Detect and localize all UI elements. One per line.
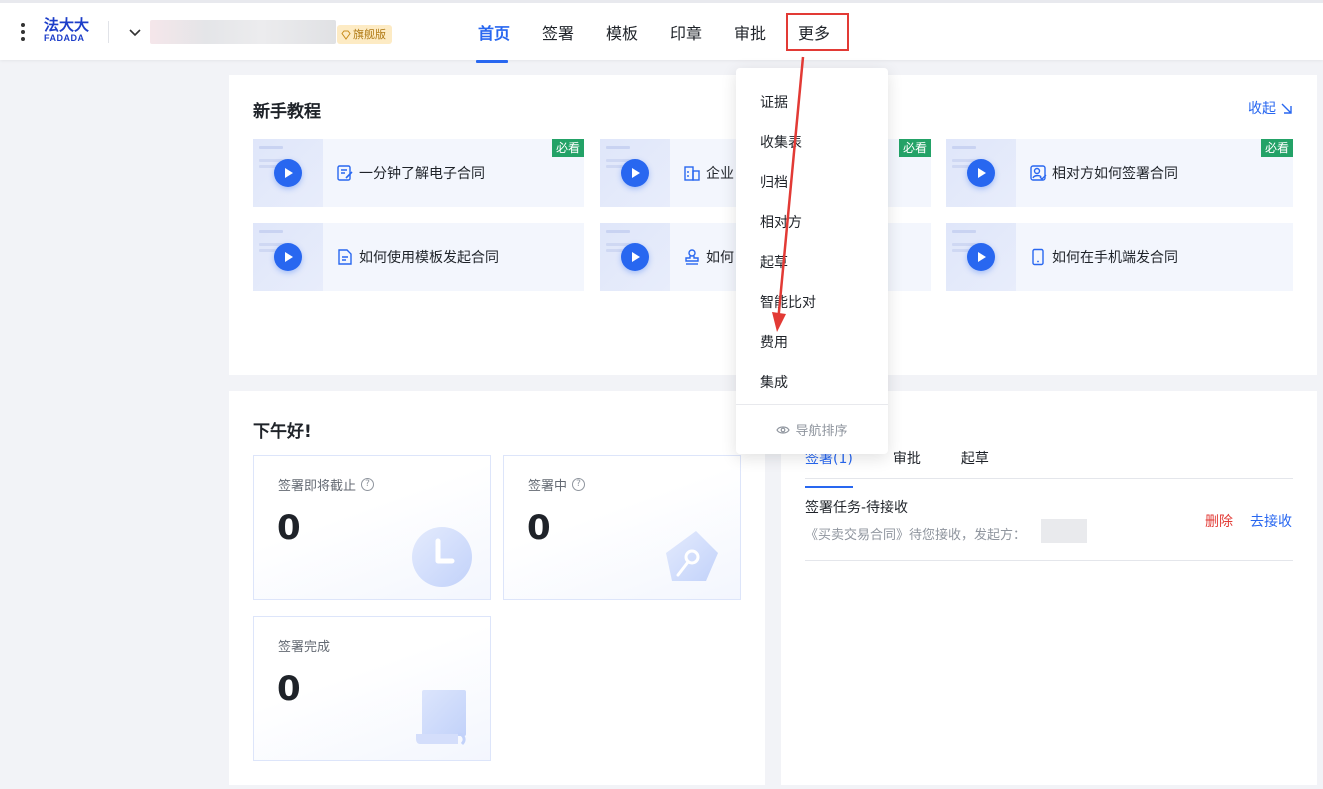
diamond-icon [341,30,351,40]
play-icon[interactable] [967,243,995,271]
building-icon [684,166,700,181]
stamp-icon [685,249,699,265]
more-highlight-box [786,13,849,51]
must-watch-badge: 必看 [1260,139,1293,157]
video-thumbnail[interactable] [600,139,670,207]
logo-cn: 法大大 [44,16,90,34]
edition-label: 旗舰版 [353,28,386,41]
tutorial-card-label: 一分钟了解电子合同 [359,166,485,182]
tutorial-card[interactable]: 一分钟了解电子合同 必看 [253,139,584,207]
tutorial-card-label: 如何在手机端发合同 [1052,250,1178,266]
chevron-down-icon[interactable] [128,25,142,39]
stat-card-complete[interactable]: 签署完成 0 [253,616,491,761]
initiator-redacted [1041,519,1087,543]
video-thumbnail[interactable] [946,139,1016,207]
delete-button[interactable]: 删除 [1205,511,1233,531]
tutorial-card-label: 如何 [706,250,734,266]
play-icon[interactable] [967,159,995,187]
tutorial-card-label: 相对方如何签署合同 [1052,166,1178,182]
menu-item-billing[interactable]: 费用 [760,332,788,352]
play-icon[interactable] [274,159,302,187]
task-divider [805,560,1293,561]
play-icon[interactable] [621,243,649,271]
stat-value: 0 [277,508,301,548]
tab-approval[interactable]: 审批 [893,449,921,478]
arrow-down-right-icon [1281,103,1292,114]
menu-item-form[interactable]: 收集表 [760,132,802,152]
menu-item-draft[interactable]: 起草 [760,252,788,272]
menu-divider [736,404,888,405]
stat-value: 0 [527,508,551,548]
tab-draft[interactable]: 起草 [961,449,989,478]
help-icon[interactable]: ? [572,478,586,491]
task-item-title[interactable]: 签署任务-待接收 [805,497,908,517]
header-divider [108,21,109,43]
phone-icon [1032,248,1044,266]
stat-card-signing[interactable]: 签署中? 0 [503,455,741,600]
clock-icon [412,527,472,587]
logo-en: FADADA [44,33,85,43]
menu-item-smart-compare[interactable]: 智能比对 [760,292,816,312]
stat-label: 签署中? [528,475,586,494]
nav-sort-button[interactable]: 导航排序 [736,420,888,439]
task-item-desc: 《买卖交易合同》待您接收，发起方： [805,528,1027,543]
greeting-panel: 下午好! 签署即将截止? 0 签署中? 0 签署完成 0 [229,391,765,785]
document-icon [338,249,352,265]
greeting-title: 下午好! [253,422,312,442]
tutorial-card[interactable]: 如何使用模板发起合同 [253,223,584,291]
nav-home[interactable]: 首页 [462,3,526,63]
help-icon[interactable]: ? [361,478,375,491]
stat-value: 0 [277,669,301,709]
menu-item-integration[interactable]: 集成 [760,372,788,392]
menu-item-counterparty[interactable]: 相对方 [760,212,802,232]
nav-approval[interactable]: 审批 [718,3,782,60]
video-thumbnail[interactable] [253,223,323,291]
must-watch-badge: 必看 [898,139,931,157]
nav-sort-label: 导航排序 [795,424,848,439]
video-thumbnail[interactable] [600,223,670,291]
edit-doc-icon [337,165,353,181]
video-thumbnail[interactable] [253,139,323,207]
receive-button[interactable]: 去接收 [1250,511,1292,531]
stat-label: 签署完成 [278,640,331,655]
top-header: 法大大 FADADA 旗舰版 首页 签署 模板 印章 审批 更多 [0,0,1323,63]
stat-label: 签署即将截止? [278,475,375,494]
user-check-icon [1030,165,1047,181]
kebab-menu-icon[interactable] [20,23,26,43]
tutorial-title: 新手教程 [253,102,321,122]
nav-template[interactable]: 模板 [590,3,654,60]
more-dropdown-menu: 证据 收集表 归档 相对方 起草 智能比对 费用 集成 导航排序 [736,68,888,454]
tutorial-card[interactable]: 如何在手机端发合同 [946,223,1293,291]
must-watch-badge: 必看 [551,139,584,157]
stat-card-deadline[interactable]: 签署即将截止? 0 [253,455,491,600]
edition-badge: 旗舰版 [337,25,392,44]
play-icon[interactable] [274,243,302,271]
video-thumbnail[interactable] [946,223,1016,291]
menu-item-evidence[interactable]: 证据 [760,92,788,112]
fadada-logo[interactable]: 法大大 FADADA [44,17,94,47]
menu-item-archive[interactable]: 归档 [760,172,788,192]
eye-icon [776,425,791,434]
pen-nib-icon [666,531,718,581]
nav-seal[interactable]: 印章 [654,3,718,60]
collapse-label: 收起 [1248,101,1276,117]
collapse-link[interactable]: 收起 [1248,98,1293,118]
play-icon[interactable] [621,159,649,187]
nav-sign[interactable]: 签署 [526,3,590,60]
tutorial-card[interactable]: 相对方如何签署合同 必看 [946,139,1293,207]
scroll-icon [416,690,466,746]
tutorial-card-label: 企业 [706,166,734,182]
company-name-redacted[interactable] [150,20,336,44]
tutorial-card-label: 如何使用模板发起合同 [359,250,499,266]
